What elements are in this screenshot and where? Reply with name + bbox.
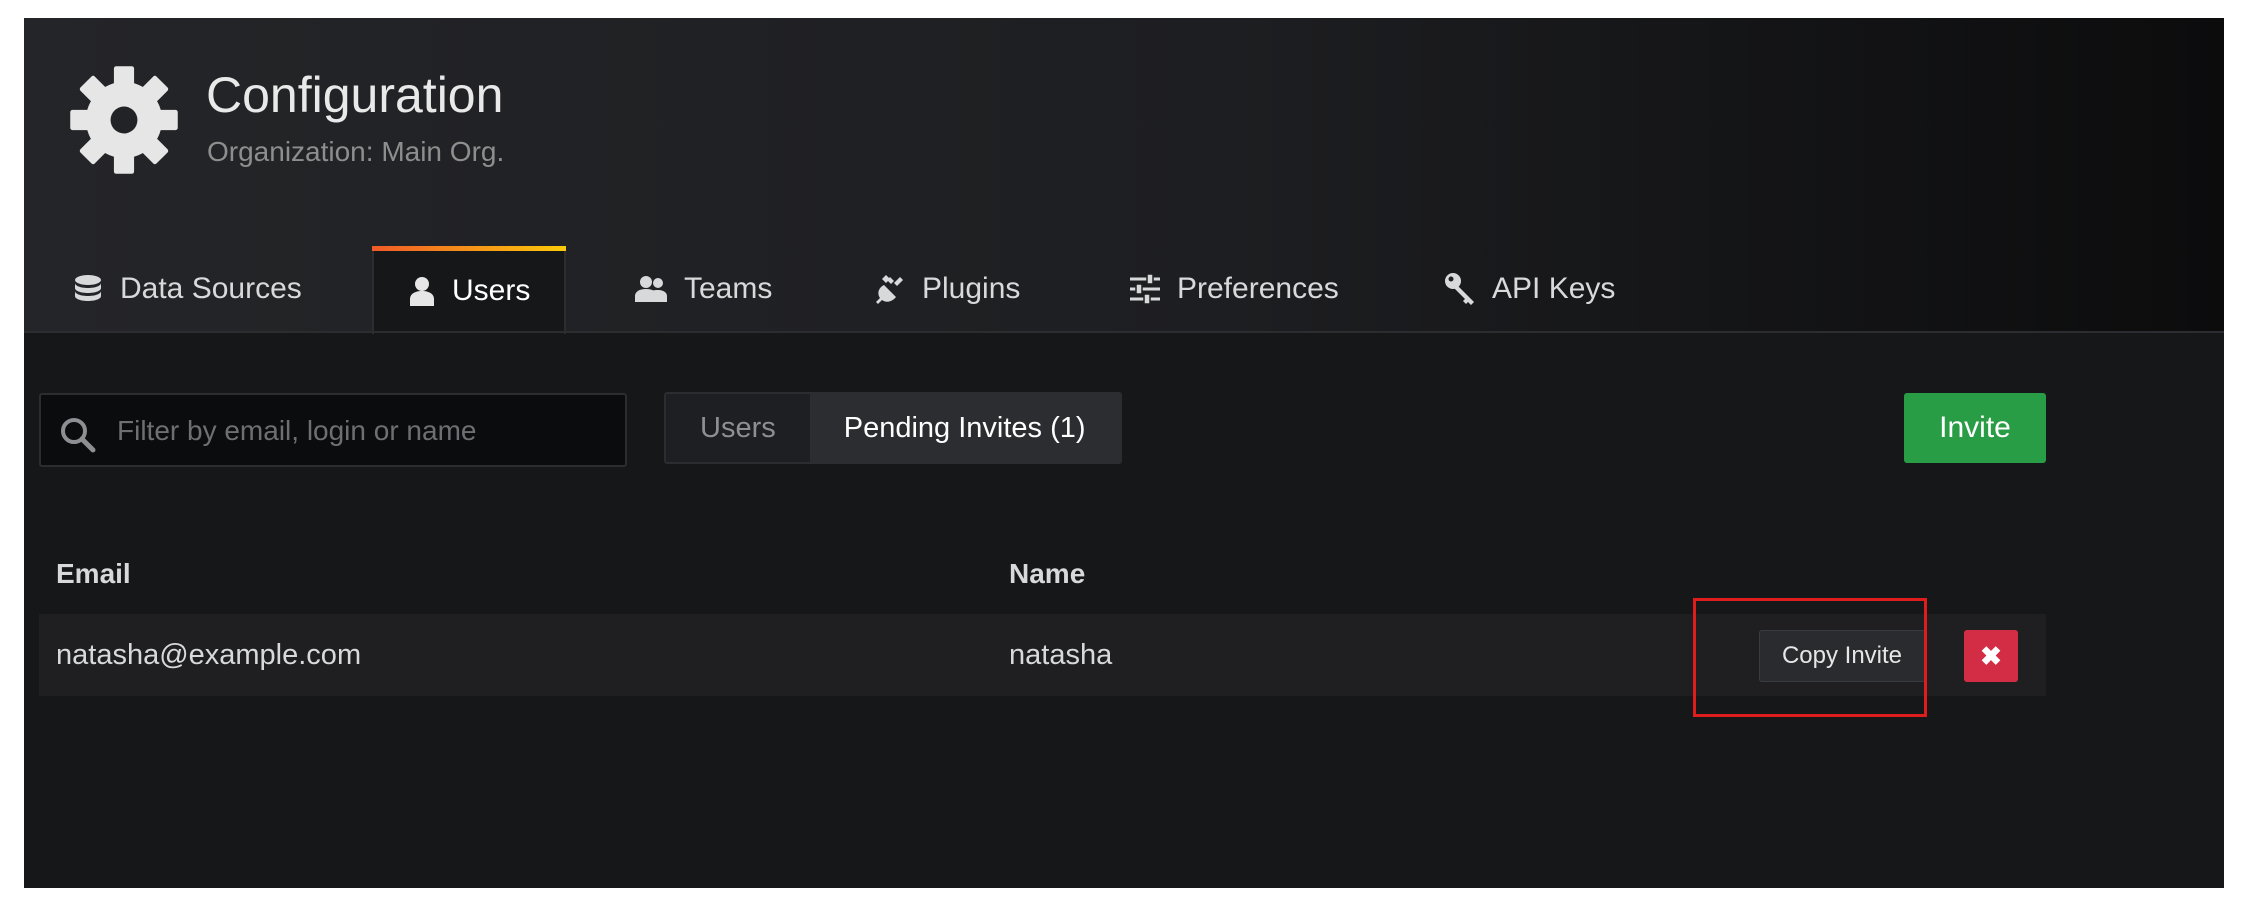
app-frame: Configuration Organization: Main Org. Da… <box>24 18 2224 888</box>
users-view-toggle: Users Pending Invites (1) <box>664 392 1122 464</box>
table-row: natasha@example.com natasha Copy Invite … <box>39 614 2046 696</box>
page-header: Configuration Organization: Main Org. Da… <box>24 18 2224 334</box>
toggle-pending-invites-button[interactable]: Pending Invites (1) <box>809 394 1120 462</box>
tab-teams[interactable]: Teams <box>634 246 772 332</box>
key-icon <box>1445 273 1474 305</box>
search-input[interactable] <box>115 395 619 467</box>
sliders-icon <box>1130 274 1160 304</box>
tab-label: Preferences <box>1177 272 1339 305</box>
tab-plugins[interactable]: Plugins <box>876 246 1020 332</box>
user-icon <box>410 277 434 306</box>
invite-name: natasha <box>1009 638 1113 671</box>
tab-users[interactable]: Users <box>372 246 567 334</box>
delete-invite-button[interactable]: ✖ <box>1964 630 2018 682</box>
toggle-users-button[interactable]: Users <box>666 394 810 462</box>
config-tabs: Data Sources Users Teams Plugins Prefere… <box>24 246 2224 334</box>
tab-label: API Keys <box>1492 272 1616 305</box>
tab-label: Plugins <box>922 272 1021 305</box>
page-subtitle: Organization: Main Org. <box>207 136 505 167</box>
search-icon <box>61 418 96 453</box>
column-header-email: Email <box>56 558 131 589</box>
search-field[interactable] <box>39 393 627 467</box>
tabs-divider <box>24 331 2224 333</box>
tab-data-sources[interactable]: Data Sources <box>72 246 302 332</box>
invite-button[interactable]: Invite <box>1904 393 2046 463</box>
plug-icon <box>876 275 903 304</box>
tab-label: Users <box>452 274 531 307</box>
database-icon <box>75 275 101 301</box>
copy-invite-button[interactable]: Copy Invite <box>1759 630 1925 682</box>
tab-api-keys[interactable]: API Keys <box>1444 246 1615 332</box>
tab-preferences[interactable]: Preferences <box>1129 246 1339 332</box>
gear-icon <box>70 66 178 174</box>
tab-label: Teams <box>684 272 773 305</box>
page-title: Configuration <box>206 67 504 123</box>
tab-label: Data Sources <box>120 272 302 305</box>
column-header-name: Name <box>1009 558 1086 589</box>
invite-email: natasha@example.com <box>56 638 362 671</box>
users-icon <box>635 276 667 302</box>
close-icon: ✖ <box>1980 640 2002 671</box>
